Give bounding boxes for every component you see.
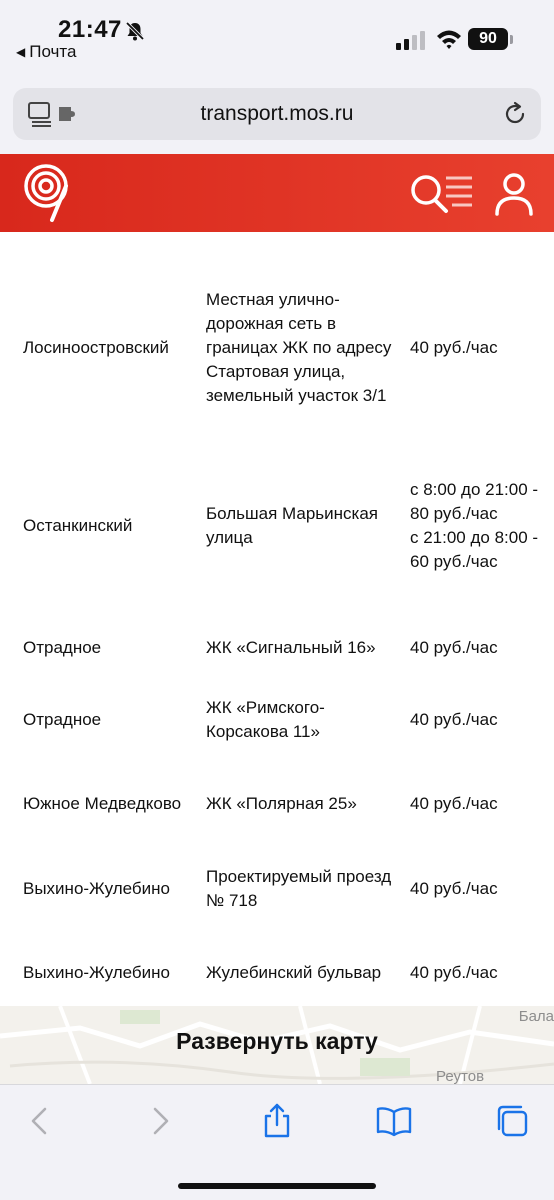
table-row: Выхино-Жулебино Проектируемый проезд № 7… xyxy=(0,865,554,913)
price-cell: 40 руб./час xyxy=(410,338,498,357)
expand-map-button[interactable]: Развернуть карту xyxy=(0,1028,554,1055)
address-cell: ЖК «Полярная 25» xyxy=(206,794,357,813)
district-cell: Южное Медведково xyxy=(23,794,182,813)
table-row: Южное Медведково ЖК «Полярная 25» 40 руб… xyxy=(0,780,554,828)
address-cell: Жулебинский бульвар xyxy=(206,963,382,982)
browser-address-area: transport.mos.ru xyxy=(0,80,554,154)
metro-logo-icon[interactable] xyxy=(22,162,76,224)
map-place-label: Бала xyxy=(518,1008,554,1025)
district-cell: Отрадное xyxy=(23,710,102,729)
district-cell: Отрадное xyxy=(23,638,102,657)
map-place-label: Реутов xyxy=(436,1068,485,1084)
bookmarks-icon[interactable] xyxy=(376,1103,412,1139)
map-preview[interactable]: Бала Реутов Развернуть карту xyxy=(0,1006,554,1084)
table-row: Лосиноостровский Местная улично-дорожная… xyxy=(0,276,554,420)
home-indicator xyxy=(178,1183,376,1189)
table-row: Отрадное ЖК «Римского-Корсакова 11» 40 р… xyxy=(0,696,554,744)
district-cell: Лосиноостровский xyxy=(23,338,169,357)
district-cell: Останкинский xyxy=(23,516,133,535)
back-arrow-icon[interactable] xyxy=(22,1103,58,1139)
search-menu-icon[interactable] xyxy=(408,172,474,216)
price-cell: 40 руб./час xyxy=(410,879,498,898)
browser-toolbar xyxy=(0,1084,554,1200)
price-cell: 40 руб./час xyxy=(410,794,498,813)
back-to-app-link[interactable]: ◀ Почта xyxy=(16,42,76,62)
price-cell: 40 руб./час xyxy=(410,710,498,729)
battery-cap xyxy=(510,35,513,44)
status-bar: 21:47 ◀ Почта 90 xyxy=(0,0,554,80)
address-cell: Большая Марьинская улица xyxy=(206,504,379,547)
share-icon[interactable] xyxy=(259,1103,295,1139)
reload-icon[interactable] xyxy=(501,100,529,128)
address-cell: ЖК «Сигнальный 16» xyxy=(206,638,376,657)
user-profile-icon[interactable] xyxy=(494,172,534,216)
parking-tariff-table: Лосиноостровский Местная улично-дорожная… xyxy=(0,232,554,1006)
table-row: Отрадное ЖК «Сигнальный 16» 40 руб./час xyxy=(0,632,554,664)
price-cell: 40 руб./час xyxy=(410,638,498,657)
district-cell: Выхино-Жулебино xyxy=(23,963,170,982)
table-row: Выхино-Жулебино Жулебинский бульвар 40 р… xyxy=(0,949,554,997)
forward-arrow-icon[interactable] xyxy=(142,1103,178,1139)
address-cell: Проектируемый проезд № 718 xyxy=(206,867,392,910)
back-triangle-icon: ◀ xyxy=(16,45,26,59)
address-cell: ЖК «Римского-Корсакова 11» xyxy=(206,698,325,741)
url-text[interactable]: transport.mos.ru xyxy=(13,102,541,126)
battery-indicator: 90 xyxy=(468,28,508,50)
bell-muted-icon xyxy=(125,21,145,41)
price-cell: 40 руб./час xyxy=(410,963,498,982)
district-cell: Выхино-Жулебино xyxy=(23,879,170,898)
address-bar[interactable]: transport.mos.ru xyxy=(13,88,541,140)
back-app-label: Почта xyxy=(29,42,77,61)
site-header xyxy=(0,154,554,232)
price-cell: с 8:00 до 21:00 - 80 руб./час с 21:00 до… xyxy=(410,480,539,571)
table-row: Останкинский Большая Марьинская улица с … xyxy=(0,454,554,598)
status-time: 21:47 xyxy=(58,16,122,43)
wifi-icon xyxy=(437,30,461,49)
tabs-icon[interactable] xyxy=(494,1103,530,1139)
address-cell: Местная улично-дорожная сеть в границах … xyxy=(206,290,392,405)
cellular-signal-icon xyxy=(396,31,425,50)
